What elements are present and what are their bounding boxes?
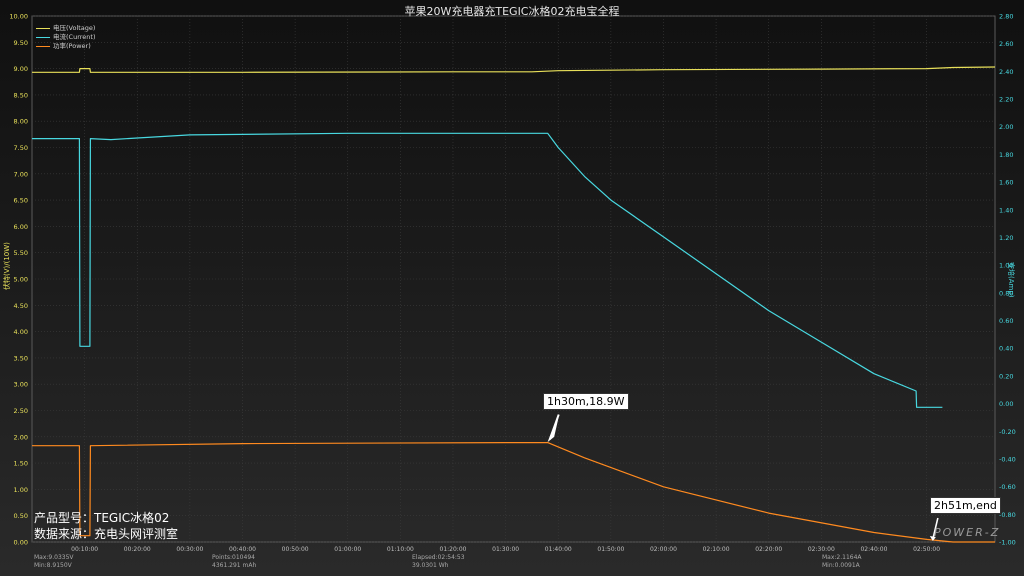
- series-lines: [32, 66, 996, 543]
- y-left-tick-label: 3.50: [14, 354, 28, 362]
- x-tick-label: 01:20:00: [440, 546, 467, 553]
- y-left-tick-label: 6.50: [14, 197, 28, 205]
- stat-max-voltage: Max:9.0335V: [34, 554, 74, 561]
- y-left-tick-label: 9.50: [14, 39, 28, 47]
- left-axis-ticks: 0.00 0.50 1.00 1.50 2.00 2.50 3.00 3.50 4.00 4.50…: [9, 13, 28, 547]
- y-left-tick-label: 7.50: [14, 144, 28, 152]
- y-right-tick-label: 2.20: [999, 96, 1013, 104]
- legend-label-voltage: 电压(Voltage): [53, 24, 96, 32]
- x-tick-label: 01:30:00: [492, 546, 519, 553]
- y-left-tick-label: 7.00: [14, 170, 28, 178]
- y-right-tick-label: -0.20: [999, 428, 1016, 436]
- legend-item-current: 电流(Current): [36, 33, 96, 42]
- y-left-tick-label: 5.50: [14, 249, 28, 257]
- data-source-text: 数据来源：充电头网评测室: [34, 527, 179, 541]
- product-model-text: 产品型号：TEGIC冰格02: [34, 511, 170, 525]
- x-tick-label: 02:40:00: [860, 546, 887, 553]
- annotation-arrows: [547, 414, 939, 541]
- x-tick-label: 02:00:00: [650, 546, 677, 553]
- legend-label-power: 功率(Power): [53, 42, 91, 50]
- y-right-tick-label: 1.20: [999, 234, 1013, 242]
- y-right-tick-label: -0.80: [999, 511, 1016, 519]
- x-tick-label: 01:10:00: [387, 546, 414, 553]
- product-info: 产品型号：TEGIC冰格02 数据来源：充电头网评测室: [34, 510, 178, 542]
- legend-swatch-voltage: [36, 27, 50, 30]
- y-axis-left-label: 伏特(V)/(10W): [3, 242, 11, 290]
- stats-current: Max:2.1164A Min:0.0091A: [822, 554, 862, 569]
- annotation-end-label: 2h51m,end: [930, 497, 1001, 514]
- x-tick-label: 02:10:00: [703, 546, 730, 553]
- x-tick-label: 00:20:00: [124, 546, 151, 553]
- legend-item-voltage: 电压(Voltage): [36, 24, 96, 33]
- x-axis-ticks: 00:10:00 00:20:00 00:30:00 00:40:00 00:50:00…: [71, 546, 940, 553]
- legend-label-current: 电流(Current): [53, 33, 96, 41]
- stat-min-current: Min:0.0091A: [822, 561, 860, 569]
- y-right-tick-label: 1.80: [999, 151, 1013, 159]
- legend-swatch-power: [36, 45, 50, 48]
- y-left-tick-label: 0.50: [14, 512, 28, 520]
- y-left-tick-label: 4.50: [14, 302, 28, 310]
- y-left-tick-label: 2.00: [14, 433, 28, 441]
- current-line: [32, 132, 943, 408]
- y-right-tick-label: 2.60: [999, 40, 1013, 48]
- x-tick-label: 00:40:00: [229, 546, 256, 553]
- y-right-tick-label: 0.00: [999, 400, 1013, 408]
- y-left-tick-label: 1.50: [14, 460, 28, 468]
- stat-max-current: Max:2.1164A: [822, 554, 862, 561]
- y-right-tick-label: 2.40: [999, 68, 1013, 76]
- y-right-tick-label: -1.00: [999, 539, 1016, 547]
- y-right-tick-label: 2.00: [999, 123, 1013, 131]
- stat-min-voltage: Min:8.9150V: [34, 561, 72, 569]
- x-tick-label: 02:20:00: [755, 546, 782, 553]
- y-right-tick-label: -0.40: [999, 455, 1016, 463]
- legend-swatch-current: [36, 36, 50, 39]
- stats-points: Points:010494 4361.291 mAh: [212, 554, 256, 569]
- x-tick-label: 00:30:00: [176, 546, 203, 553]
- legend: 电压(Voltage) 电流(Current) 功率(Power): [36, 24, 96, 51]
- x-tick-label: 01:00:00: [334, 546, 361, 553]
- legend-item-power: 功率(Power): [36, 42, 96, 51]
- y-right-tick-label: 0.40: [999, 345, 1013, 353]
- y-right-tick-label: 0.60: [999, 317, 1013, 325]
- chart-stage: 0.00 0.50 1.00 1.50 2.00 2.50 3.00 3.50 4.00 4.50…: [0, 0, 1024, 576]
- brand-logo: POWER-Z: [934, 526, 1001, 539]
- y-right-tick-label: 0.20: [999, 372, 1013, 380]
- y-left-tick-label: 1.00: [14, 486, 28, 494]
- stat-points: Points:010494: [212, 554, 255, 561]
- voltage-line: [32, 66, 996, 73]
- stats-voltage: Max:9.0335V Min:8.9150V: [34, 554, 74, 569]
- chart-plot: 0.00 0.50 1.00 1.50 2.00 2.50 3.00 3.50 4.00 4.50…: [9, 13, 1016, 554]
- y-left-tick-label: 5.00: [14, 276, 28, 284]
- y-right-tick-label: 1.40: [999, 206, 1013, 214]
- chart-title: 苹果20W充电器充TEGIC冰格02充电宝全程: [404, 5, 620, 18]
- x-tick-label: 01:40:00: [545, 546, 572, 553]
- stats-elapsed: Elapsed:02:54:53 39.0301 Wh: [412, 554, 465, 569]
- annotation-peak-label: 1h30m,18.9W: [543, 393, 629, 410]
- x-tick-label: 02:30:00: [808, 546, 835, 553]
- y-left-tick-label: 8.00: [14, 118, 28, 126]
- y-axis-right-label: 安培(Amp): [1007, 262, 1015, 298]
- y-left-tick-label: 4.00: [14, 328, 28, 336]
- y-left-tick-label: 9.00: [14, 65, 28, 73]
- stat-wh: 39.0301 Wh: [412, 561, 449, 569]
- y-left-tick-label: 2.50: [14, 407, 28, 415]
- x-tick-label: 02:50:00: [913, 546, 940, 553]
- stat-elapsed: Elapsed:02:54:53: [412, 554, 465, 561]
- y-left-tick-label: 8.50: [14, 91, 28, 99]
- y-left-tick-label: 6.00: [14, 223, 28, 231]
- y-right-tick-label: 1.60: [999, 179, 1013, 187]
- x-tick-label: 00:50:00: [282, 546, 309, 553]
- grid-lines: [32, 15, 995, 543]
- stat-mah: 4361.291 mAh: [212, 561, 257, 569]
- y-left-tick-label: 3.00: [14, 381, 28, 389]
- y-left-tick-label: 0.00: [14, 539, 28, 547]
- y-right-tick-label: -0.60: [999, 483, 1016, 491]
- x-tick-label: 00:10:00: [71, 546, 98, 553]
- x-tick-label: 01:50:00: [597, 546, 624, 553]
